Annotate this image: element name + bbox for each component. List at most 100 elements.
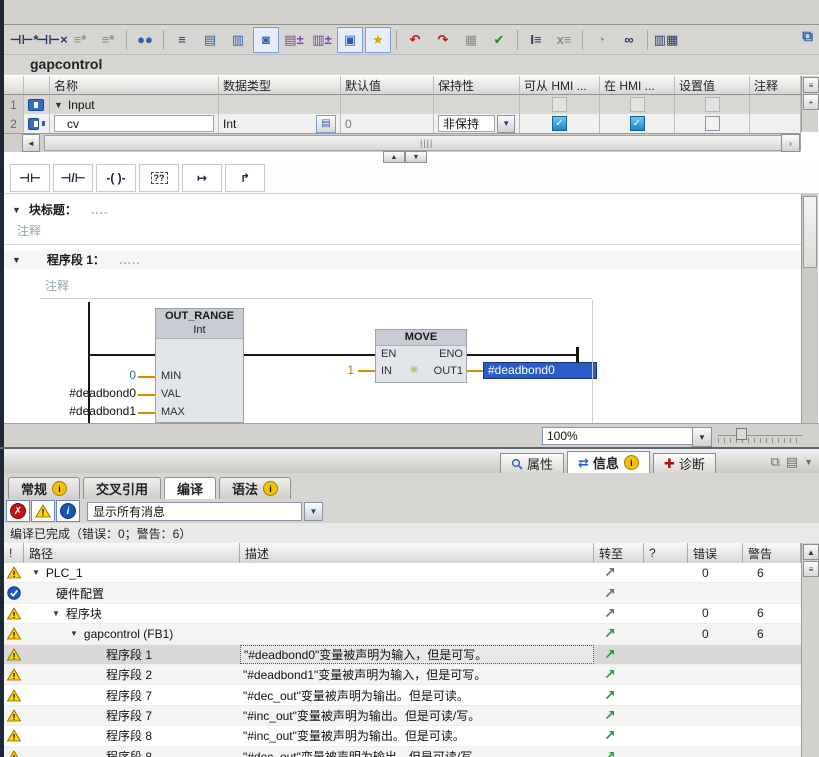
absolute-symbolic-toggle-icon[interactable]: I≡ (523, 27, 549, 53)
out1-operand-selected[interactable]: #deadbond0 (483, 362, 597, 379)
col-retain[interactable]: 保持性 (434, 76, 520, 94)
min-operand[interactable]: 0 (34, 368, 136, 382)
out-range-type[interactable]: Int (156, 323, 243, 337)
goto-arrow-icon[interactable]: ↗ (594, 564, 616, 581)
tab-syntax[interactable]: 语法i (219, 477, 291, 499)
goto-arrow-icon[interactable]: ↗ (594, 666, 616, 683)
goto-arrow-icon[interactable]: ↗ (594, 727, 616, 744)
val-operand[interactable]: #deadbond0 (34, 386, 136, 400)
var-row-cv[interactable]: 2 cv Int▤ 0 非保持▼ ✓ ✓ (4, 114, 801, 133)
message-row-program-blocks[interactable]: ! ▼程序块 ↗ 0 6 (4, 604, 801, 624)
empty-box-icon[interactable]: ?? (139, 164, 179, 192)
col-errors[interactable]: 错误 (688, 543, 743, 563)
table-insert-button[interactable]: + (803, 94, 819, 110)
hmi-accessible-checkbox[interactable]: ✓ (552, 116, 567, 131)
tab-general[interactable]: 常规i (8, 477, 80, 499)
add-output-star-icon[interactable]: ✳ (410, 365, 418, 376)
monitor-value-icon[interactable]: ◔ (588, 27, 614, 53)
retain-value[interactable]: 非保持 (438, 115, 495, 132)
tab-properties[interactable]: 属性 (500, 453, 564, 473)
edit-favorites-icon[interactable]: ★ (365, 27, 391, 53)
goto-arrow-icon[interactable]: ↗ (594, 605, 616, 622)
expand-arrow[interactable]: ▼ (70, 629, 78, 638)
collapse-pane-icon[interactable]: ▼ (804, 457, 813, 467)
editor-vertical-scrollbar[interactable] (801, 194, 818, 423)
favorites-view-toggle-icon[interactable]: ▣ (337, 27, 363, 53)
table-horizontal-scrollbar[interactable]: ◄ |||| (4, 133, 801, 152)
scroll-right-button[interactable]: › (781, 134, 800, 152)
msg-scroll-up-button[interactable]: ▲ (803, 544, 819, 560)
hmi-visible-checkbox[interactable]: ✓ (630, 116, 645, 131)
no-contact-icon[interactable]: ⊣⊢ (10, 164, 50, 192)
zoom-slider-thumb[interactable] (736, 428, 747, 440)
close-branch-icon[interactable]: ↱ (225, 164, 265, 192)
col-name[interactable]: 名称 (50, 76, 219, 94)
name-input[interactable]: cv (54, 115, 214, 132)
col-path[interactable]: 路径 (24, 543, 240, 563)
message-row-network8a[interactable]: ! 程序段 8 "#inc_out"变量被声明为输出。但是可读。 ↗ (4, 726, 801, 746)
renumber-all-icon[interactable]: ≡* (95, 27, 121, 53)
message-row-hardware[interactable]: 硬件配置 ↗ (4, 583, 801, 603)
network-1-band[interactable]: ▼ 程序段 1： ..... (4, 250, 801, 269)
zoom-slider[interactable] (718, 428, 802, 444)
message-row-network1[interactable]: ! 程序段 1 "#deadbond0"变量被声明为输入，但是可写。 ↗ (4, 645, 801, 665)
col-hmi-accessible[interactable]: 可从 HMI ... (520, 76, 600, 94)
message-row-gapcontrol[interactable]: ! ▼gapcontrol (FB1) ↗ 0 6 (4, 624, 801, 644)
monitoring-on-off-icon[interactable]: ∞ (616, 27, 642, 53)
var-row-input[interactable]: 1 ▼Input (4, 95, 801, 114)
insert-network-icon[interactable]: ⊣⊢* (11, 27, 37, 53)
setpoint-checkbox[interactable] (705, 116, 720, 131)
col-bang[interactable]: ! (4, 543, 24, 563)
network-comment-placeholder[interactable]: 注释 (45, 277, 69, 294)
message-filter-dropdown[interactable]: 显示所有消息 (87, 502, 302, 521)
tab-info[interactable]: ⇄ 信息 i (567, 451, 650, 473)
msg-menu-button[interactable]: ≡ (803, 561, 819, 577)
message-row-network2[interactable]: ! 程序段 2 "#deadbond1"变量被声明为输入，但是可写。 ↗ (4, 665, 801, 685)
block-title-band[interactable]: ▼ 块标题： .... (4, 200, 801, 219)
symbol-information-icon[interactable]: x≡ (551, 27, 577, 53)
expand-arrow-icon[interactable]: ▼ (54, 100, 63, 110)
goto-arrow-icon[interactable]: ↗ (594, 687, 616, 704)
in-operand[interactable]: 1 (334, 363, 354, 377)
block-comment-placeholder[interactable]: 注释 (17, 222, 41, 239)
tab-diagnostics[interactable]: ✚ 诊断 (653, 453, 716, 473)
tab-compile[interactable]: 编译 (164, 477, 216, 499)
max-operand[interactable]: #deadbond1 (34, 404, 136, 418)
show-warnings-button[interactable]: ! (31, 500, 55, 522)
consistency-check-icon[interactable]: ✔ (486, 27, 512, 53)
goto-next-error-icon[interactable]: ↷ (430, 27, 456, 53)
table-menu-button[interactable]: ≡ (803, 77, 819, 93)
show-box-parameters-icon[interactable]: ▤± (281, 27, 307, 53)
col-comment[interactable]: 注释 (750, 76, 801, 94)
show-info-button[interactable]: i (56, 500, 80, 522)
col-hmi-visible[interactable]: 在 HMI ... (600, 76, 675, 94)
splitter-down-button[interactable]: ▼ (405, 151, 427, 163)
filter-dropdown-button[interactable]: ▼ (304, 502, 323, 521)
col-goto[interactable]: 转至 (594, 543, 644, 563)
retain-dropdown-button[interactable]: ▼ (497, 115, 515, 133)
tab-crossref[interactable]: 交叉引用 (83, 477, 161, 499)
datatype-value[interactable]: Int (223, 117, 236, 131)
open-branch-icon[interactable]: ↦ (182, 164, 222, 192)
zoom-level-input[interactable]: 100% (542, 427, 696, 445)
network-list-icon[interactable]: ≡ (169, 27, 195, 53)
goto-arrow-icon[interactable]: ↗ (594, 748, 616, 757)
show-errors-button[interactable]: ✗ (6, 500, 30, 522)
goto-arrow-icon[interactable]: ↗ (594, 707, 616, 724)
goto-arrow-icon[interactable]: ↗ (594, 646, 616, 663)
message-table-scrollbar[interactable]: ▲ ≡ (801, 543, 819, 757)
datatype-picker-button[interactable]: ▤ (316, 115, 336, 133)
network-title-placeholder[interactable]: ..... (119, 253, 141, 267)
message-row-network7a[interactable]: ! 程序段 7 "#dec_out"变量被声明为输出。但是可读。 ↗ (4, 685, 801, 705)
col-question[interactable]: ? (644, 543, 688, 563)
message-row-network7b[interactable]: ! 程序段 7 "#inc_out"变量被声明为输出。但是可读/写。 ↗ (4, 706, 801, 726)
call-environment-icon[interactable]: ▥▦ (653, 27, 679, 53)
hscroll-thumb[interactable]: |||| (44, 135, 801, 151)
nc-contact-icon[interactable]: ⊣/⊢ (53, 164, 93, 192)
expand-arrow[interactable]: ▼ (32, 568, 40, 577)
col-datatype[interactable]: 数据类型 (219, 76, 341, 94)
delete-network-icon[interactable]: ⊣⊢× (39, 27, 65, 53)
col-warnings[interactable]: 警告 (743, 543, 801, 563)
expand-arrow[interactable]: ▼ (52, 609, 60, 618)
splitter-up-button[interactable]: ▲ (383, 151, 405, 163)
